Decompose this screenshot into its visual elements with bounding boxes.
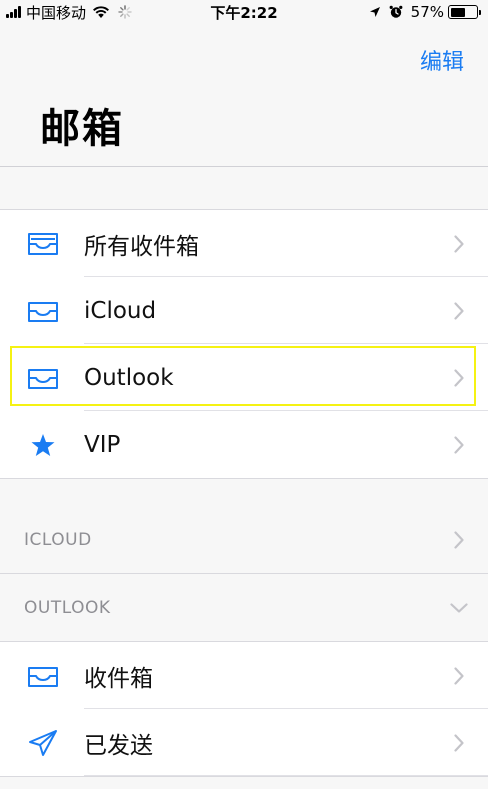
mailbox-label: Outlook xyxy=(84,364,174,391)
folder-row-inbox[interactable]: 收件箱 xyxy=(0,642,488,709)
edit-button[interactable]: 编辑 xyxy=(420,44,464,76)
mailboxes-list: 所有收件箱 iCloud Outlook VIP xyxy=(0,209,488,479)
title-divider xyxy=(0,166,488,167)
battery-percentage: 57% xyxy=(410,3,444,21)
paper-plane-icon xyxy=(26,729,60,757)
account-header-outlook[interactable]: OUTLOOK xyxy=(0,574,488,641)
inbox-icon xyxy=(26,297,60,325)
mailbox-row-all-inboxes[interactable]: 所有收件箱 xyxy=(0,210,488,277)
chevron-right-icon xyxy=(454,530,464,549)
mailbox-row-outlook[interactable]: Outlook xyxy=(0,344,488,411)
chevron-down-icon xyxy=(450,602,468,613)
mailbox-label: 所有收件箱 xyxy=(84,233,199,260)
account-header-label: OUTLOOK xyxy=(24,597,111,618)
account-header-icloud[interactable]: ICLOUD xyxy=(0,506,488,573)
mail-screen: 中国移动 下午2:22 57% 编辑 邮箱 所有收件箱 iCloud Outlo… xyxy=(0,0,488,789)
inbox-stack-icon xyxy=(26,230,60,258)
outlook-folders-list: 收件箱 已发送 xyxy=(0,641,488,777)
chevron-right-icon xyxy=(454,368,464,387)
star-icon xyxy=(26,431,60,459)
mailbox-label: iCloud xyxy=(84,297,157,324)
chevron-right-icon xyxy=(454,435,464,454)
chevron-right-icon xyxy=(454,733,464,752)
mailbox-row-icloud[interactable]: iCloud xyxy=(0,277,488,344)
status-right: 57% xyxy=(369,2,481,22)
battery-icon xyxy=(448,5,481,19)
alarm-clock-icon xyxy=(389,5,403,18)
account-header-label: ICLOUD xyxy=(24,529,92,550)
mailbox-row-vip[interactable]: VIP xyxy=(0,411,488,478)
inbox-icon xyxy=(26,662,60,690)
status-bar: 中国移动 下午2:22 57% xyxy=(0,0,488,24)
inbox-icon xyxy=(26,364,60,392)
battery-level-fill xyxy=(450,7,465,17)
chevron-right-icon xyxy=(454,666,464,685)
chevron-right-icon xyxy=(454,301,464,320)
row-separator xyxy=(84,775,488,776)
page-title: 邮箱 xyxy=(40,106,124,152)
folder-label: 已发送 xyxy=(84,732,153,759)
location-arrow-icon xyxy=(369,7,380,17)
folder-label: 收件箱 xyxy=(84,665,153,692)
mailbox-label: VIP xyxy=(84,431,121,458)
chevron-right-icon xyxy=(454,234,464,253)
folder-row-sent[interactable]: 已发送 xyxy=(0,709,488,776)
